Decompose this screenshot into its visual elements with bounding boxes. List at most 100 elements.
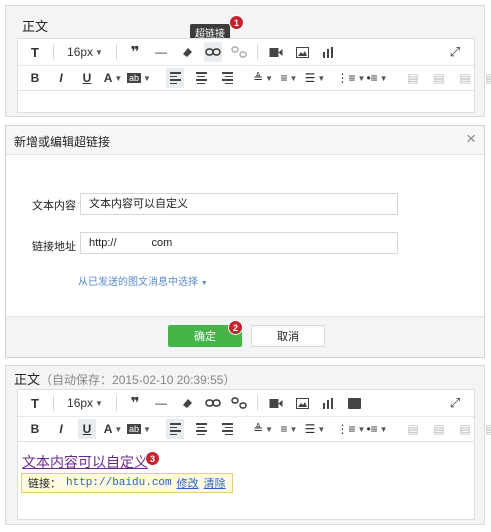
unordered-list-icon[interactable]: •≡ ▼ (366, 68, 388, 88)
top-toolbar-row-2: B I U A▼ ab▼ ≜▼ ≡▼ ☰▼ ⋮≡▼ •≡▼ ▤ ▤ ▤ ▤ (18, 65, 491, 91)
font-size-value: 16px (67, 45, 94, 59)
chevron-down-icon: ▼ (379, 73, 388, 83)
top-toolbar-row-1: T 16px ▼ ❞ — ⤢ (18, 39, 474, 66)
ordered-list-icon[interactable]: ⋮≡ ▼ (337, 68, 366, 88)
bottom-editor-area[interactable]: 文本内容可以自定义 3 链接： http://baidu.com 修改 清除 (17, 442, 475, 520)
link-popup-url[interactable]: http://baidu.com (66, 477, 172, 489)
bg-color-button[interactable]: ab ▼ (127, 68, 151, 88)
top-editor-label: 正文 (22, 19, 49, 34)
separator (53, 44, 54, 60)
video-icon[interactable] (267, 393, 285, 413)
dialog-title: 新增或编辑超链接 (14, 135, 111, 149)
chevron-down-icon: ▼ (289, 424, 298, 434)
video-icon[interactable] (267, 42, 285, 62)
layout-icon-4[interactable]: ▤ (482, 68, 491, 88)
dialog-header: 新增或编辑超链接 × (6, 126, 484, 155)
layout-icon-3[interactable]: ▤ (456, 419, 474, 439)
unlink-icon[interactable] (230, 42, 248, 62)
align-left-icon[interactable] (166, 419, 184, 439)
select-from-sent-link[interactable]: 从已发送的图文消息中选择 ▼ (78, 273, 208, 288)
font-size-select[interactable]: 16px ▼ (63, 393, 107, 413)
chevron-down-icon: ▼ (317, 73, 326, 83)
chevron-down-icon: ▼ (265, 424, 273, 434)
chevron-down-icon: ▼ (289, 73, 298, 83)
bottom-editor-header: 正文（自动保存：2015-02-10 20:39:55） (14, 369, 235, 388)
text-format-icon[interactable]: T (26, 393, 44, 413)
horizontal-rule-icon[interactable]: — (152, 42, 170, 62)
expand-icon[interactable]: ⤢ (446, 393, 464, 413)
chart-icon[interactable] (319, 42, 337, 62)
top-editor-area[interactable] (17, 91, 475, 113)
font-size-value: 16px (67, 396, 94, 410)
indent-icon[interactable]: ☰ ▼ (305, 68, 326, 88)
eraser-icon[interactable] (178, 393, 196, 413)
bold-button[interactable]: B (26, 68, 44, 88)
italic-button[interactable]: I (52, 68, 70, 88)
link-edit-button[interactable]: 修改 (177, 475, 199, 491)
image-icon[interactable] (293, 42, 311, 62)
chevron-down-icon: ▼ (114, 73, 123, 83)
underline-button[interactable]: U (78, 68, 96, 88)
layout-icon-4[interactable]: ▤ (482, 419, 491, 439)
top-toolbar: T 16px ▼ ❞ — ⤢ B I U A ▼ ab ▼ ≜ ▼ ≡ ▼ ☰ … (17, 38, 491, 91)
chevron-down-icon: ▼ (265, 73, 273, 83)
bottom-toolbar: T 16px ▼ ❞ — ⤢ B I U A ▼ ab ▼ ≜ ▼ ≡ ▼ ☰ … (17, 389, 491, 442)
bold-button[interactable]: B (26, 419, 44, 439)
cancel-button[interactable]: 取消 (251, 325, 325, 347)
link-popup-label: 链接： (28, 478, 61, 490)
paragraph-spacing-icon[interactable]: ≡ ▼ (280, 419, 298, 439)
italic-button[interactable]: I (52, 419, 70, 439)
close-icon[interactable]: × (466, 129, 476, 149)
align-left-icon[interactable] (166, 68, 184, 88)
layout-icon-1[interactable]: ▤ (404, 419, 422, 439)
layout-icon-1[interactable]: ▤ (404, 68, 422, 88)
align-right-icon[interactable] (218, 68, 236, 88)
line-height-icon[interactable]: ≜ ▼ (253, 68, 273, 88)
link-icon[interactable] (204, 42, 222, 62)
layout-icon-2[interactable]: ▤ (430, 419, 448, 439)
chart-icon[interactable] (319, 393, 337, 413)
align-center-icon[interactable] (192, 68, 210, 88)
horizontal-rule-icon[interactable]: — (152, 393, 170, 413)
eraser-icon[interactable] (178, 42, 196, 62)
chevron-down-icon: ▼ (95, 47, 103, 57)
step-3-badge: 3 (146, 452, 159, 465)
quote-icon[interactable]: ❞ (126, 393, 144, 413)
step-2-badge: 2 (229, 321, 242, 334)
link-remove-button[interactable]: 清除 (204, 475, 226, 491)
text-format-icon[interactable]: T (26, 42, 44, 62)
inserted-link-text[interactable]: 文本内容可以自定义 (22, 452, 148, 472)
layout-icon-3[interactable]: ▤ (456, 68, 474, 88)
font-color-button[interactable]: A ▼ (104, 419, 123, 439)
font-size-select[interactable]: 16px ▼ (63, 42, 107, 62)
text-content-field[interactable]: 文本内容可以自定义 (80, 193, 398, 215)
link-popup: 链接： http://baidu.com 修改 清除 (21, 473, 233, 493)
quote-icon[interactable]: ❞ (126, 42, 144, 62)
bottom-editor-label: 正文 (14, 372, 41, 387)
link-icon[interactable] (204, 393, 222, 413)
line-height-icon[interactable]: ≜ ▼ (253, 419, 273, 439)
ordered-list-icon[interactable]: ⋮≡ ▼ (337, 419, 366, 439)
url-suffix: com (151, 237, 173, 249)
bg-color-button[interactable]: ab ▼ (127, 419, 151, 439)
align-center-icon[interactable] (192, 419, 210, 439)
step-1-badge: 1 (230, 16, 243, 29)
indent-icon[interactable]: ☰ ▼ (305, 419, 326, 439)
chevron-down-icon: ▼ (379, 424, 388, 434)
bg-color-label: ab (127, 73, 142, 83)
separator (53, 395, 54, 411)
link-url-field[interactable]: http:// com (80, 232, 398, 254)
chevron-down-icon: ▼ (357, 73, 366, 83)
unordered-list-icon[interactable]: •≡ ▼ (366, 419, 388, 439)
underline-button[interactable]: U (78, 419, 96, 439)
unlink-icon[interactable] (230, 393, 248, 413)
paragraph-spacing-icon[interactable]: ≡ ▼ (280, 68, 298, 88)
image-icon[interactable] (293, 393, 311, 413)
chevron-down-icon: ▼ (317, 424, 326, 434)
font-color-button[interactable]: A ▼ (104, 68, 123, 88)
align-right-icon[interactable] (218, 419, 236, 439)
layout-icon-2[interactable]: ▤ (430, 68, 448, 88)
expand-icon[interactable]: ⤢ (446, 42, 464, 62)
template-icon[interactable] (345, 393, 363, 413)
hyperlink-dialog: 新增或编辑超链接 × 文本内容 文本内容可以自定义 链接地址 http:// co… (5, 125, 485, 358)
